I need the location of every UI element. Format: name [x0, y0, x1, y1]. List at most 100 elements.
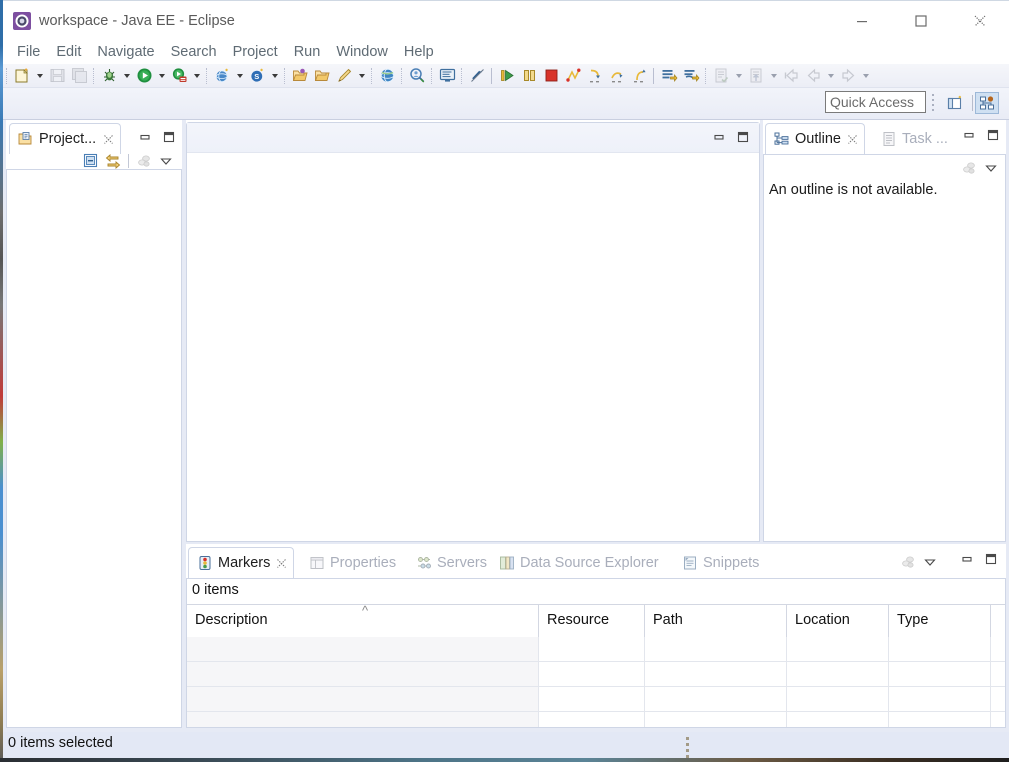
previous-annotation-button[interactable] — [680, 65, 702, 87]
close-icon[interactable] — [847, 133, 858, 146]
new-server-button[interactable]: S — [246, 65, 268, 87]
resume-button[interactable] — [496, 65, 518, 87]
next-annotation-button[interactable] — [658, 65, 680, 87]
column-header-resource[interactable]: Resource — [539, 605, 645, 637]
toolbar-grip[interactable] — [932, 94, 936, 112]
tab-markers[interactable]: Markers — [188, 547, 294, 578]
focus-active-task-icon[interactable] — [898, 552, 918, 572]
table-row[interactable] — [187, 637, 1005, 662]
menu-run[interactable]: Run — [286, 41, 329, 63]
column-header-type[interactable]: Type — [889, 605, 991, 637]
maximize-view-button[interactable] — [982, 550, 1000, 568]
last-edit-location-dropdown-arrow[interactable] — [732, 65, 745, 87]
menu-navigate[interactable]: Navigate — [89, 41, 162, 63]
new-annotation-button[interactable] — [333, 65, 355, 87]
toggle-mark-occurrences-button[interactable] — [466, 65, 488, 87]
open-console-button[interactable] — [436, 65, 458, 87]
back-nav-button[interactable] — [802, 65, 824, 87]
step-into-button[interactable] — [584, 65, 606, 87]
chevron-down-icon[interactable] — [920, 552, 940, 572]
toggle-block-selection-button[interactable] — [745, 65, 767, 87]
close-icon[interactable] — [276, 557, 287, 570]
column-header-location[interactable]: Location — [787, 605, 889, 637]
tab-outline[interactable]: Outline — [765, 123, 865, 154]
tab-data-source-explorer[interactable]: Data Source Explorer — [491, 547, 678, 578]
new-annotation-dropdown-arrow[interactable] — [355, 65, 368, 87]
tab-task-list[interactable]: Task ... — [873, 123, 961, 154]
tab-servers[interactable]: Servers — [408, 547, 495, 578]
minimize-view-button[interactable] — [136, 128, 154, 146]
focus-active-task-icon[interactable] — [959, 158, 979, 178]
java-ee-perspective-button[interactable] — [975, 92, 999, 114]
open-perspective-button[interactable] — [943, 92, 967, 114]
editor-canvas[interactable] — [187, 154, 759, 541]
status-bar-grip[interactable] — [686, 737, 690, 758]
new-server-dropdown-arrow[interactable] — [268, 65, 281, 87]
menu-help[interactable]: Help — [396, 41, 442, 63]
open-resource-button[interactable] — [311, 65, 333, 87]
step-over-button[interactable] — [606, 65, 628, 87]
column-header-description[interactable]: Description ^ — [187, 603, 539, 637]
outline-content[interactable]: An outline is not available. — [763, 154, 1006, 542]
save-all-button[interactable] — [68, 65, 90, 87]
menu-search[interactable]: Search — [163, 41, 225, 63]
chevron-down-icon[interactable] — [981, 158, 1001, 178]
maximize-view-button[interactable] — [160, 128, 178, 146]
new-java-ee-project-dropdown-arrow[interactable] — [233, 65, 246, 87]
step-return-button[interactable] — [628, 65, 650, 87]
collapse-all-button[interactable] — [81, 151, 101, 171]
back-dropdown-arrow[interactable] — [824, 65, 837, 87]
suspend-button[interactable] — [518, 65, 540, 87]
new-wizard-button[interactable] — [11, 65, 33, 87]
minimize-view-button[interactable] — [958, 550, 976, 568]
focus-active-task-icon[interactable] — [134, 151, 154, 171]
debug-button[interactable] — [98, 65, 120, 87]
maximize-editor-button[interactable] — [734, 128, 752, 146]
table-row[interactable] — [187, 662, 1005, 687]
back-to-button[interactable] — [780, 65, 802, 87]
last-edit-location-button[interactable] — [710, 65, 732, 87]
markers-table[interactable]: Description ^ Resource Path Location Typ… — [187, 603, 1005, 727]
maximize-view-button[interactable] — [984, 126, 1002, 144]
terminate-stop-button[interactable] — [540, 65, 562, 87]
close-icon[interactable] — [102, 133, 114, 146]
open-web-browser-button[interactable] — [376, 65, 398, 87]
chevron-down-icon[interactable] — [156, 151, 176, 171]
disconnect-button[interactable] — [562, 65, 584, 87]
link-with-editor-button[interactable] — [103, 151, 123, 171]
table-row[interactable] — [187, 687, 1005, 712]
minimize-editor-button[interactable] — [710, 128, 728, 146]
tab-properties[interactable]: Properties — [301, 547, 406, 578]
save-button[interactable] — [46, 65, 68, 87]
new-wizard-dropdown-arrow[interactable] — [33, 65, 46, 87]
project-explorer-content[interactable] — [6, 169, 182, 728]
column-header-path[interactable]: Path — [645, 605, 787, 637]
minimize-view-button[interactable] — [960, 126, 978, 144]
menu-file[interactable]: File — [9, 41, 48, 63]
table-row[interactable] — [187, 712, 1005, 727]
tab-label: Data Source Explorer — [520, 554, 659, 571]
quick-access-input[interactable]: Quick Access — [825, 91, 926, 113]
forward-nav-button[interactable] — [837, 65, 859, 87]
editor-tab-strip[interactable] — [187, 123, 759, 153]
run-button[interactable] — [133, 65, 155, 87]
open-type-button[interactable] — [289, 65, 311, 87]
search-person-button[interactable] — [406, 65, 428, 87]
menu-project[interactable]: Project — [225, 41, 286, 63]
toggle-block-selection-dropdown-arrow[interactable] — [767, 65, 780, 87]
table-cell — [645, 687, 787, 711]
maximize-window-button[interactable] — [891, 1, 950, 41]
new-java-ee-project-button[interactable] — [211, 65, 233, 87]
run-on-server-dropdown-arrow[interactable] — [190, 65, 203, 87]
tab-label: Task ... — [902, 130, 948, 147]
menu-edit[interactable]: Edit — [48, 41, 89, 63]
forward-dropdown-arrow[interactable] — [859, 65, 872, 87]
minimize-window-button[interactable] — [832, 1, 891, 41]
run-on-server-button[interactable] — [168, 65, 190, 87]
menu-window[interactable]: Window — [328, 41, 396, 63]
tab-snippets[interactable]: Snippets — [674, 547, 774, 578]
close-window-button[interactable] — [950, 1, 1009, 41]
markers-table-rows[interactable] — [187, 637, 1005, 727]
debug-dropdown-arrow[interactable] — [120, 65, 133, 87]
run-dropdown-arrow[interactable] — [155, 65, 168, 87]
